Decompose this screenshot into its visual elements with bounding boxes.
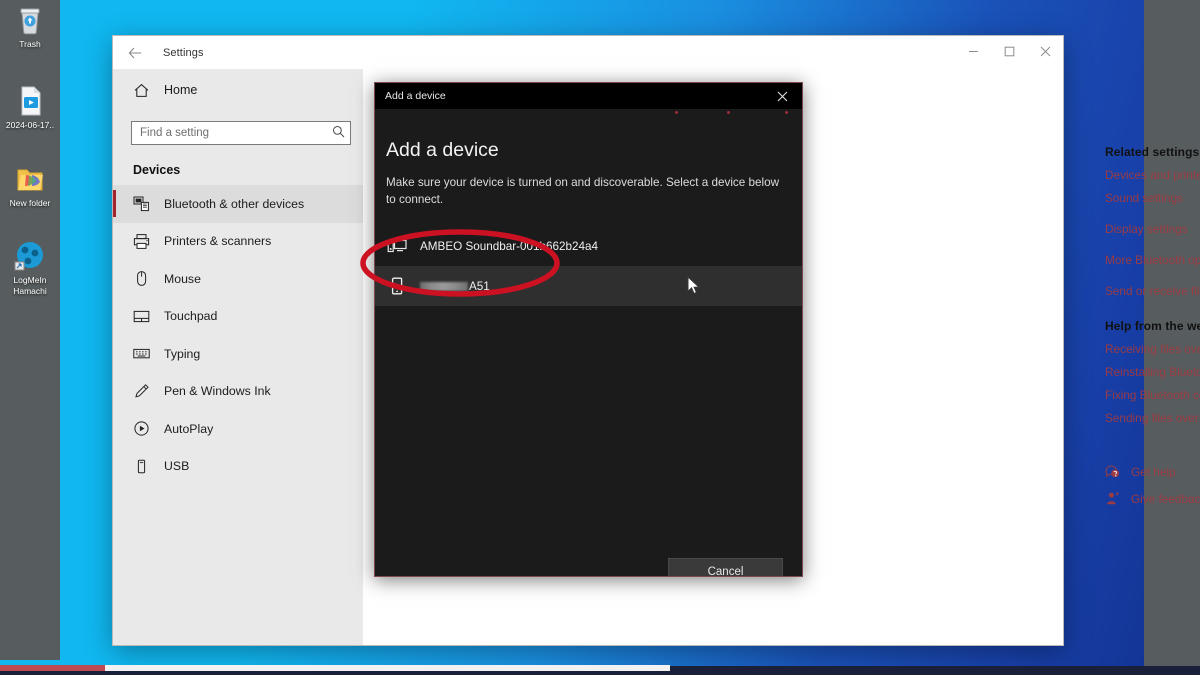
close-button[interactable]	[1027, 36, 1063, 67]
search-box[interactable]	[131, 121, 351, 145]
trash-icon	[13, 4, 47, 36]
desktop-icon-label: New folder	[9, 198, 51, 208]
sidebar-item-usb[interactable]: USB	[113, 448, 363, 486]
minimize-icon	[968, 51, 978, 52]
dialog-title-bar: Add a device	[375, 83, 802, 109]
window-title-bar: Settings	[113, 36, 1063, 69]
link-receiving-files-over-bluetooth[interactable]: Receiving files over bluetooth	[1105, 342, 1200, 356]
search-input[interactable]	[132, 122, 312, 144]
help-from-web-heading: Help from the web	[1105, 319, 1200, 333]
taskbar-accent-left	[0, 665, 105, 671]
autoplay-icon	[134, 421, 149, 436]
sidebar-item-label: Touchpad	[164, 309, 218, 324]
settings-sidebar: Home Devices	[113, 69, 363, 645]
logmein-hamachi-icon	[13, 240, 47, 272]
minimize-button[interactable]	[955, 36, 991, 67]
dialog-body: Add a device Make sure your device is tu…	[375, 109, 802, 576]
get-help-icon	[1105, 465, 1120, 478]
desktop: Trash 2024-06-17.. New folder LogMeIn Ha…	[0, 0, 1200, 675]
close-icon	[777, 91, 787, 101]
keyboard-icon	[133, 349, 150, 359]
window-title: Settings	[163, 46, 204, 59]
sidebar-item-label: Printers & scanners	[164, 234, 272, 249]
link-send-receive-files-bluetooth[interactable]: Send or receive files via Bluetooth	[1105, 284, 1200, 298]
back-button[interactable]	[113, 37, 157, 69]
desktop-icon-logmein-hamachi[interactable]: LogMeIn Hamachi	[2, 240, 58, 296]
sidebar-item-bluetooth-other-devices[interactable]: Bluetooth & other devices	[113, 185, 363, 223]
usb-icon	[137, 459, 146, 474]
sidebar-item-typing[interactable]: Typing	[113, 335, 363, 373]
desktop-icon-label: LogMeIn Hamachi	[13, 275, 47, 296]
sidebar-item-home[interactable]: Home	[113, 73, 363, 107]
link-devices-and-printers[interactable]: Devices and printers	[1105, 168, 1200, 182]
sidebar-item-label: Typing	[164, 346, 201, 361]
phone-icon	[391, 277, 403, 295]
give-feedback-icon	[1106, 491, 1119, 505]
sidebar-item-label: AutoPlay	[164, 421, 214, 436]
maximize-button[interactable]	[991, 36, 1027, 67]
device-list: AMBEO Soundbar-001b662b24a4 A51	[375, 226, 802, 306]
related-settings-heading: Related settings	[1105, 145, 1200, 159]
sidebar-item-label: Mouse	[164, 271, 201, 286]
sidebar-home-label: Home	[164, 83, 198, 97]
add-a-device-dialog: Add a device Add a device Make sure your…	[374, 82, 803, 577]
printer-icon	[133, 233, 150, 249]
artifact-dot	[727, 111, 730, 114]
sidebar-item-pen-windows-ink[interactable]: Pen & Windows Ink	[113, 373, 363, 411]
related-settings-panel: Related settings Devices and printers So…	[1105, 145, 1200, 518]
desktop-icon-label: 2024-06-17..	[5, 120, 55, 130]
give-feedback-label: Give feedback	[1131, 491, 1200, 506]
device-name-suffix: A51	[469, 279, 490, 293]
link-sound-settings[interactable]: Sound settings	[1105, 191, 1200, 205]
touchpad-icon	[133, 310, 150, 322]
link-more-bluetooth-options[interactable]: More Bluetooth options	[1105, 253, 1200, 267]
artifact-dot	[785, 111, 788, 114]
sidebar-item-label: Pen & Windows Ink	[164, 384, 271, 399]
dialog-heading: Add a device	[386, 139, 499, 161]
sidebar-item-printers-scanners[interactable]: Printers & scanners	[113, 223, 363, 261]
device-list-item-ambeo-soundbar[interactable]: AMBEO Soundbar-001b662b24a4	[375, 226, 802, 266]
cancel-button[interactable]: Cancel	[668, 558, 783, 576]
device-name: A51	[420, 280, 490, 293]
sidebar-item-label: USB	[164, 459, 190, 474]
home-icon	[134, 83, 149, 97]
link-sending-files-over-bluetooth[interactable]: Sending files over Bluetooth	[1105, 411, 1200, 425]
close-icon	[1040, 46, 1050, 57]
pen-icon	[135, 383, 149, 398]
desktop-icon-new-folder[interactable]: New folder	[2, 163, 58, 208]
search-icon[interactable]	[332, 125, 345, 143]
sidebar-item-mouse[interactable]: Mouse	[113, 260, 363, 298]
link-display-settings[interactable]: Display settings	[1105, 222, 1200, 236]
search-container	[113, 107, 363, 145]
dialog-titlebar-text: Add a device	[385, 90, 446, 102]
back-arrow-icon	[128, 47, 142, 58]
folder-icon	[13, 163, 47, 195]
dialog-subtext: Make sure your device is turned on and d…	[386, 176, 780, 206]
desktop-icon-label: Trash	[19, 39, 41, 49]
sidebar-section-title: Devices	[133, 163, 181, 177]
link-fixing-bluetooth-connections[interactable]: Fixing Bluetooth connections	[1105, 388, 1200, 402]
artifact-dot	[675, 111, 678, 114]
sidebar-item-label: Bluetooth & other devices	[164, 196, 305, 211]
give-feedback-link[interactable]: Give feedback	[1105, 491, 1200, 506]
mouse-icon	[137, 271, 147, 287]
device-list-item-a51[interactable]: A51	[375, 266, 802, 306]
desktop-icon-video-file[interactable]: 2024-06-17..	[2, 85, 58, 130]
bluetooth-devices-icon	[133, 196, 149, 212]
mouse-cursor	[687, 276, 701, 295]
sidebar-item-autoplay[interactable]: AutoPlay	[113, 410, 363, 448]
get-help-link[interactable]: Get help	[1105, 464, 1200, 479]
window-controls	[955, 36, 1063, 68]
get-help-label: Get help	[1131, 464, 1176, 479]
maximize-icon	[1004, 46, 1014, 57]
taskbar-accent-strip	[105, 665, 670, 671]
redacted-name-block	[420, 281, 468, 291]
dialog-close-button[interactable]	[762, 83, 802, 109]
display-device-icon	[387, 239, 407, 253]
sidebar-item-touchpad[interactable]: Touchpad	[113, 298, 363, 336]
device-name: AMBEO Soundbar-001b662b24a4	[420, 239, 599, 253]
desktop-icon-trash[interactable]: Trash	[2, 4, 58, 49]
video-file-icon	[13, 85, 47, 117]
link-reinstalling-bluetooth-drivers[interactable]: Reinstalling Bluetooth drivers	[1105, 365, 1200, 379]
